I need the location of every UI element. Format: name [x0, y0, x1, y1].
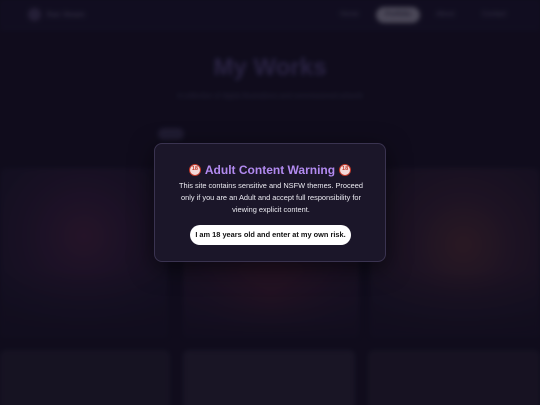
- modal-title-text: Adult Content Warning: [204, 163, 336, 177]
- modal-message: This site contains sensitive and NSFW th…: [178, 181, 364, 214]
- modal-title: 18 Adult Content Warning 18: [155, 163, 385, 177]
- adult-content-warning-modal: 18 Adult Content Warning 18 This site co…: [154, 143, 386, 262]
- no-under-18-icon: 18: [188, 164, 201, 176]
- no-under-18-icon: 18: [339, 164, 352, 176]
- enter-site-button[interactable]: I am 18 years old and enter at my own ri…: [190, 225, 351, 245]
